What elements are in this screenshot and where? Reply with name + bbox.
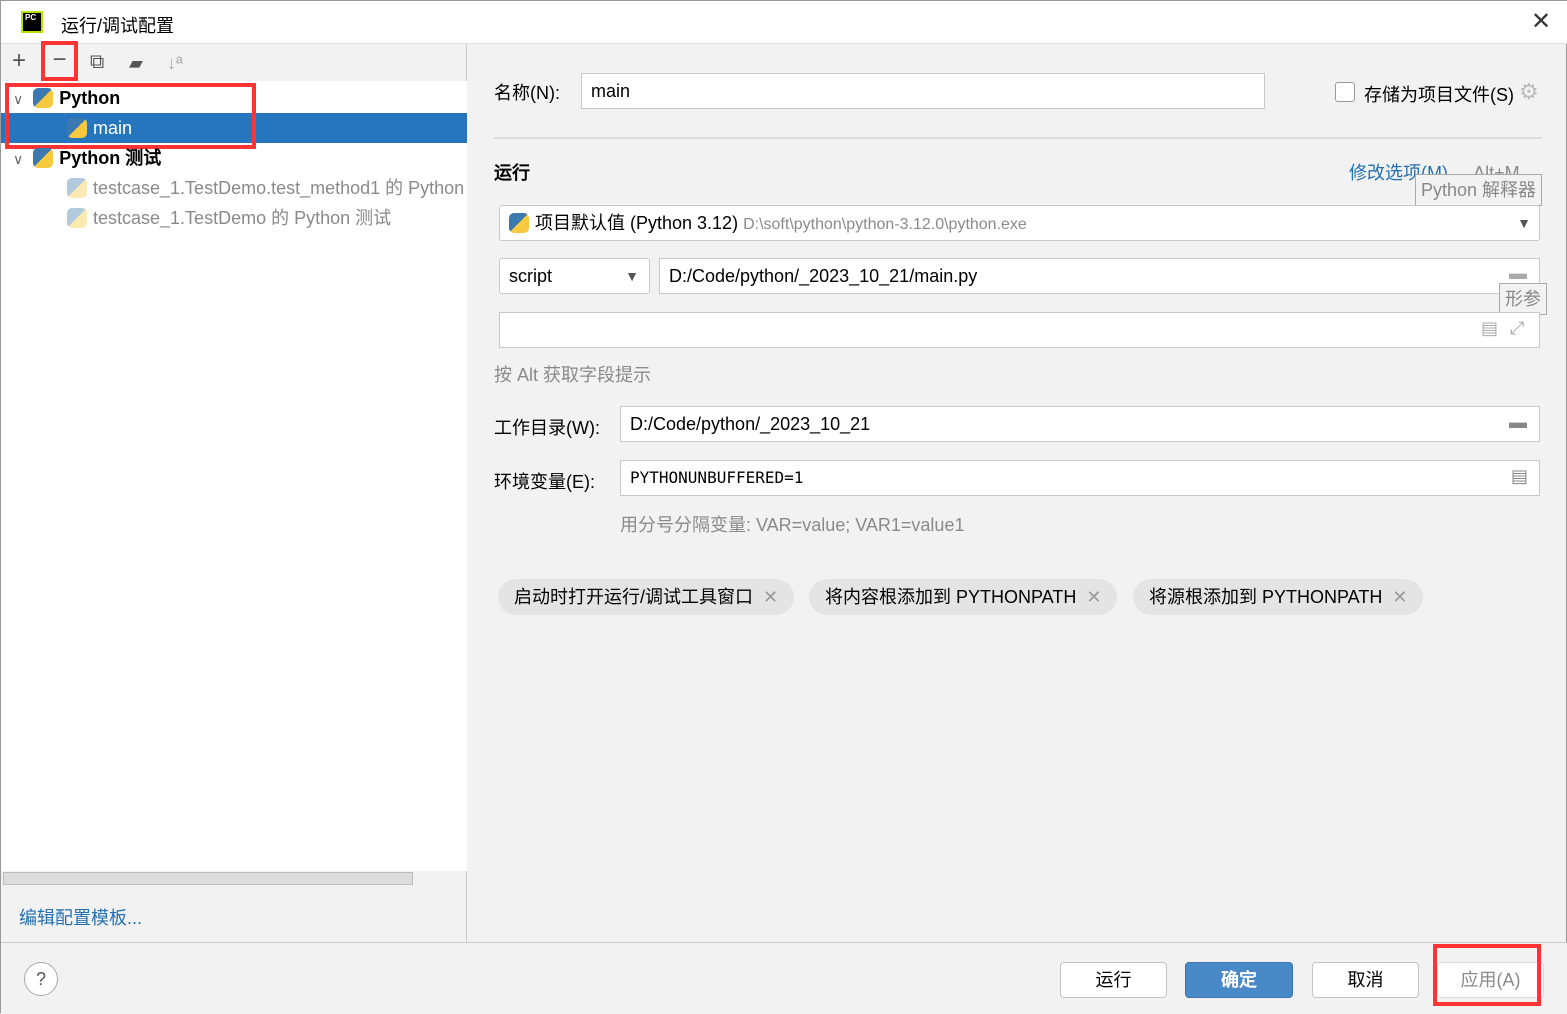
close-icon[interactable]: ✕ [1392, 587, 1407, 607]
interpreter-select[interactable]: 项目默认值 (Python 3.12) D:\soft\python\pytho… [499, 205, 1540, 241]
store-as-file-checkbox[interactable] [1335, 82, 1355, 102]
parameters-input[interactable] [499, 312, 1540, 348]
python-icon [509, 213, 529, 233]
help-button[interactable]: ? [24, 962, 58, 996]
add-icon[interactable]: + [12, 47, 26, 75]
highlight-box [5, 83, 256, 149]
section-run: 运行 [494, 163, 530, 183]
document-icon[interactable]: ▤ [1511, 466, 1528, 487]
python-test-icon [67, 208, 87, 228]
close-icon[interactable]: ✕ [1531, 7, 1551, 36]
option-chip[interactable]: 将内容根添加到 PYTHONPATH ✕ [809, 579, 1118, 615]
folder-icon[interactable]: ▬ [1509, 263, 1527, 284]
alt-hint: 按 Alt 获取字段提示 [494, 365, 652, 385]
copy-icon[interactable]: ⧉ [90, 51, 104, 74]
python-test-icon [33, 148, 54, 168]
env-input[interactable]: PYTHONUNBUFFERED=1 [620, 460, 1540, 496]
dropdown-arrow-icon: ▼ [1517, 215, 1531, 231]
workdir-input[interactable]: D:/Code/python/_2023_10_21 [620, 406, 1540, 442]
name-label: 名称(N): [494, 83, 560, 103]
cancel-button[interactable]: 取消 [1312, 962, 1419, 998]
tree-item-test[interactable]: testcase_1.TestDemo 的 Python 测试 [1, 203, 467, 233]
env-label: 环境变量(E): [494, 472, 595, 492]
new-folder-icon[interactable]: ▰ [129, 53, 143, 74]
script-path-input[interactable]: D:/Code/python/_2023_10_21/main.py [659, 258, 1540, 294]
window-title: 运行/调试配置 [61, 16, 175, 36]
remove-icon[interactable]: − [41, 41, 78, 81]
run-button[interactable]: 运行 [1060, 962, 1167, 998]
sort-icon[interactable]: ↓ª [167, 53, 183, 74]
horizontal-scrollbar[interactable] [3, 872, 413, 885]
env-hint: 用分号分隔变量: VAR=value; VAR1=value1 [620, 515, 965, 535]
divider [494, 137, 1542, 139]
pycharm-logo-icon: PC [21, 11, 43, 33]
close-icon[interactable]: ✕ [763, 587, 778, 607]
script-type-select[interactable]: script ▼ [499, 258, 650, 294]
folder-icon[interactable]: ▬ [1509, 412, 1527, 433]
params-tooltip: 形参 [1499, 283, 1547, 315]
gear-icon[interactable]: ⚙ [1519, 79, 1539, 105]
edit-templates-link[interactable]: 编辑配置模板... [19, 904, 142, 930]
name-input[interactable]: main [581, 73, 1265, 109]
workdir-label: 工作目录(W): [494, 418, 600, 438]
dropdown-arrow-icon: ▼ [625, 268, 639, 284]
python-test-icon [67, 178, 87, 198]
option-chip[interactable]: 将源根添加到 PYTHONPATH ✕ [1133, 579, 1424, 615]
title-bar [1, 1, 1567, 44]
option-chip[interactable]: 启动时打开运行/调试工具窗口 ✕ [498, 579, 795, 615]
store-as-file-label[interactable]: 存储为项目文件(S) [1364, 81, 1514, 107]
ok-button[interactable]: 确定 [1185, 962, 1293, 998]
interpreter-tooltip: Python 解释器 [1415, 174, 1543, 206]
close-icon[interactable]: ✕ [1086, 587, 1101, 607]
chevron-down-icon[interactable]: ∨ [13, 151, 23, 167]
expand-icon[interactable]: ⤢ [1510, 318, 1524, 339]
tree-item-test[interactable]: testcase_1.TestDemo.test_method1 的 Pytho… [1, 173, 467, 203]
document-icon[interactable]: ▤ [1481, 318, 1498, 339]
tree-group-python-tests[interactable]: ∨ Python 测试 [1, 143, 467, 173]
highlight-box [1433, 944, 1541, 1006]
